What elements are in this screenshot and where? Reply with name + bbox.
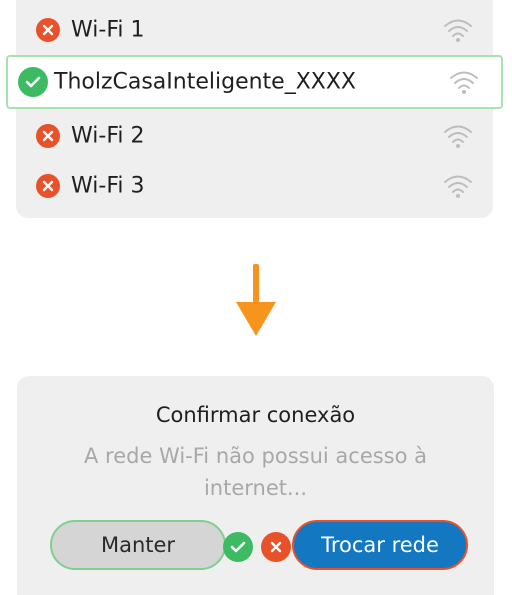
network-item-tholz-selected[interactable]: TholzCasaInteligente_XXXX: [6, 55, 503, 109]
network-item-wifi-2[interactable]: Wi-Fi 2: [16, 110, 493, 162]
dialog-message: A rede Wi-Fi não possui acesso à interne…: [83, 444, 428, 500]
keep-button-label: Manter: [100, 533, 176, 557]
arrow-down-icon: [234, 264, 278, 338]
error-x-icon: [36, 174, 60, 198]
network-item-wifi-3[interactable]: Wi-Fi 3: [16, 160, 493, 212]
wifi-icon: [449, 69, 479, 95]
network-name: Wi-Fi 2: [71, 123, 145, 149]
check-icon: [18, 67, 48, 97]
wifi-icon: [443, 17, 473, 43]
dialog-title: Confirmar conexão: [155, 403, 356, 427]
check-icon: [223, 532, 253, 562]
network-name: TholzCasaInteligente_XXXX: [54, 69, 356, 95]
confirm-connection-dialog: Confirmar conexão A rede Wi-Fi não possu…: [17, 376, 494, 595]
error-x-icon: [36, 124, 60, 148]
wifi-icon: [443, 123, 473, 149]
wifi-network-list: Wi-Fi 1 TholzCasaInteligente_XXXX Wi-Fi …: [6, 0, 503, 218]
keep-button[interactable]: Manter: [50, 520, 226, 570]
network-name: Wi-Fi 1: [71, 17, 145, 43]
error-x-icon: [261, 532, 291, 562]
network-name: Wi-Fi 3: [71, 173, 145, 199]
network-item-wifi-1[interactable]: Wi-Fi 1: [16, 4, 493, 56]
switch-network-button-label: Trocar rede: [321, 533, 439, 557]
switch-network-button[interactable]: Trocar rede: [292, 520, 468, 570]
error-x-icon: [36, 18, 60, 42]
wifi-icon: [443, 173, 473, 199]
